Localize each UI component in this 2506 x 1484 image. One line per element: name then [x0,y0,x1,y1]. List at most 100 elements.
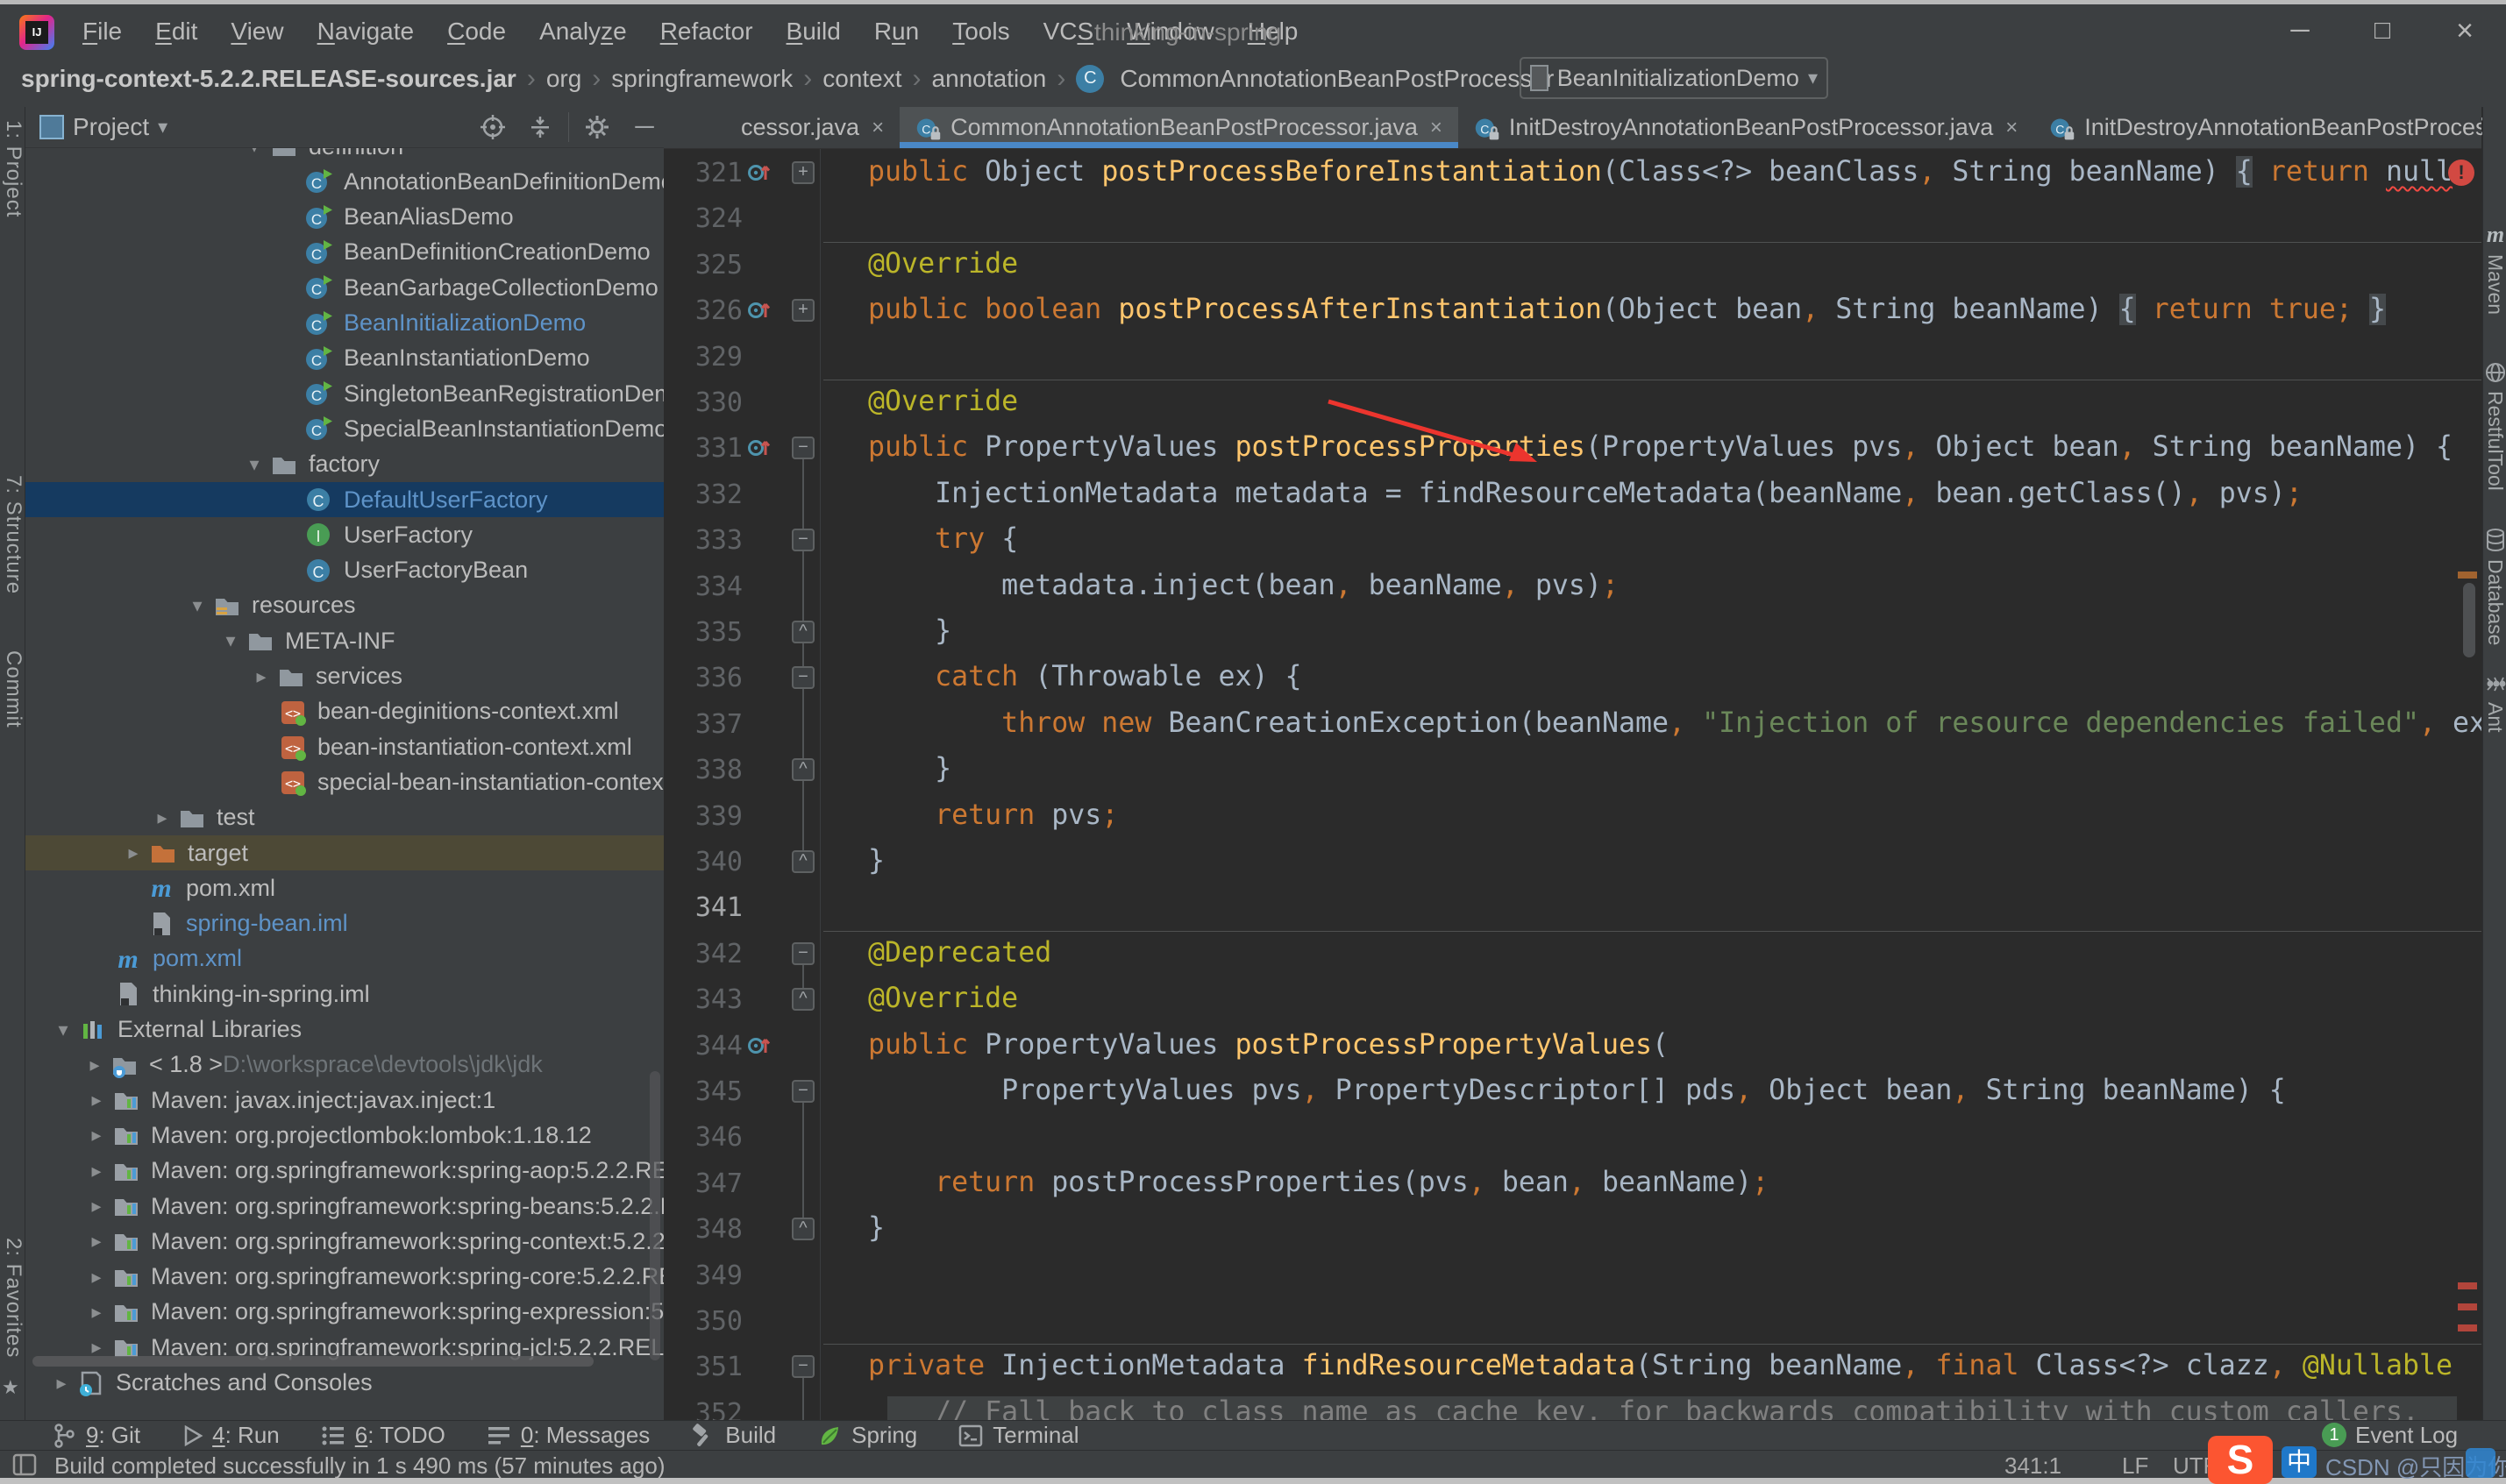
code-line-351[interactable]: 351−private InjectionMetadata findResour… [664,1345,2481,1390]
chevron-down-icon[interactable]: ▾ [238,453,270,476]
code-line-342[interactable]: 342−@Deprecated [664,932,2481,977]
code-line-347[interactable]: 347 return postProcessProperties(pvs, be… [664,1161,2481,1207]
fold-marker[interactable]: + [792,299,815,322]
close-icon[interactable]: × [2005,116,2018,140]
chevron-down-icon[interactable]: ▾ [182,594,213,617]
fold-marker[interactable]: ^ [792,621,815,643]
tree-item-beaninitializationdemo[interactable]: CBeanInitializationDemo [25,306,664,341]
code-line-334[interactable]: 334 metadata.inject(bean, beanName, pvs)… [664,564,2481,610]
chevron-right-icon[interactable]: ▸ [117,841,149,864]
chevron-right-icon[interactable]: ▸ [81,1124,112,1147]
stripe-database[interactable]: Database [2483,528,2506,645]
breadcrumb-item[interactable]: spring-context-5.2.2.RELEASE-sources.jar [21,65,516,93]
breadcrumb-item[interactable]: springframework [611,65,793,93]
fold-marker[interactable]: + [792,161,815,184]
tree-item-external-libraries[interactable]: ▾External Libraries [25,1012,664,1047]
overrides-gutter-icon[interactable] [746,297,772,323]
stripe-structure[interactable]: 7: Structure [1,475,25,594]
tree-item-userfactorybean[interactable]: CUserFactoryBean [25,553,664,588]
toolwindow-spring[interactable]: Spring [816,1422,917,1449]
menu-analyze[interactable]: Analyze [525,12,641,51]
tree-item-annotationbeandefinitiondemo[interactable]: CAnnotationBeanDefinitionDemo [25,164,664,199]
tree-item-definition[interactable]: ▾definition [25,148,664,164]
fold-marker[interactable]: ^ [792,758,815,781]
code-line-326[interactable]: 326+public boolean postProcessAfterInsta… [664,288,2481,334]
fold-marker[interactable]: − [792,437,815,459]
code-line-340[interactable]: 340^} [664,840,2481,885]
code-line-341[interactable]: 341 [664,885,2481,931]
code-line-352[interactable]: 352 // Fall back to class name as cache … [664,1391,2481,1420]
toolwindow-build[interactable]: Build [690,1422,776,1449]
tree-item-spring-bean-iml[interactable]: spring-bean.iml [25,906,664,941]
close-icon[interactable]: × [1430,116,1442,140]
event-log-button[interactable]: 1 Event Log [2322,1420,2458,1450]
tree-item-services[interactable]: ▸services [25,659,664,694]
menu-refactor[interactable]: Refactor [646,12,767,51]
chevron-down-icon[interactable]: ▾ [238,148,270,158]
tree-horizontal-scrollbar[interactable] [32,1356,594,1367]
tree-item-maven-org-springframework-spring-beans-5[interactable]: ▸Maven: org.springframework:spring-beans… [25,1189,664,1224]
stripe-project[interactable]: 1: Project [1,120,25,217]
tree-item-maven-org-springframework-spring-aop-5-2[interactable]: ▸Maven: org.springframework:spring-aop:5… [25,1154,664,1189]
code-line-350[interactable]: 350 [664,1299,2481,1345]
tree-item-target[interactable]: ▸target [25,835,664,870]
fold-marker[interactable]: ^ [792,850,815,873]
fold-marker[interactable]: − [792,529,815,551]
project-panel-title[interactable]: Project [73,113,149,141]
code-line-325[interactable]: 325@Override [664,243,2481,288]
code-line-343[interactable]: 343^@Override [664,977,2481,1023]
code-line-349[interactable]: 349 [664,1253,2481,1299]
chevron-right-icon[interactable]: ▸ [81,1301,112,1324]
caret-position[interactable]: 341:1 [2004,1452,2061,1480]
toolwindow-terminal[interactable]: Terminal [958,1422,1079,1449]
chevron-right-icon[interactable]: ▸ [81,1195,112,1218]
gear-icon[interactable] [578,110,616,145]
tree-item-thinking-in-spring-iml[interactable]: thinking-in-spring.iml [25,976,664,1012]
tree-item-special-bean-instantiation-context-xml[interactable]: <>special-bean-instantiation-context.xml [25,764,664,799]
chevron-down-icon[interactable]: ▾ [47,1019,79,1041]
tree-item-beandefinitioncreationdemo[interactable]: CBeanDefinitionCreationDemo [25,235,664,270]
menu-tools[interactable]: Tools [938,12,1023,51]
code-line-329[interactable]: 329 [664,335,2481,380]
code-line-348[interactable]: 348^} [664,1207,2481,1253]
tree-item-maven-org-springframework-spring-context[interactable]: ▸Maven: org.springframework:spring-conte… [25,1224,664,1259]
tree-item-factory[interactable]: ▾factory [25,447,664,482]
breadcrumb-item[interactable]: annotation [932,65,1047,93]
fold-marker[interactable]: − [792,1355,815,1378]
chevron-right-icon[interactable]: ▸ [246,665,277,688]
collapse-all-button[interactable] [521,110,559,145]
menu-file[interactable]: File [68,12,136,51]
code-line-336[interactable]: 336− catch (Throwable ex) { [664,656,2481,701]
stripe-maven[interactable]: mMaven [2483,221,2506,315]
overrides-gutter-icon[interactable] [746,160,772,186]
code-line-345[interactable]: 345− PropertyValues pvs, PropertyDescrip… [664,1069,2481,1115]
overrides-gutter-icon[interactable] [746,435,772,461]
close-icon[interactable]: × [872,116,884,140]
tree-item-resources[interactable]: ▾resources [25,588,664,623]
menu-code[interactable]: Code [433,12,520,51]
code-line-324[interactable]: 324 [664,196,2481,242]
fold-marker[interactable]: − [792,942,815,965]
chevron-right-icon[interactable]: ▸ [81,1266,112,1289]
code-line-337[interactable]: 337 throw new BeanCreationException(bean… [664,702,2481,748]
chevron-right-icon[interactable]: ▸ [81,1089,112,1111]
tree-item-pom-xml[interactable]: mpom.xml [25,941,664,976]
tree-item-specialbeaninstantiationdemo[interactable]: CSpecialBeanInstantiationDemo [25,411,664,446]
tree-item-meta-inf[interactable]: ▾META-INF [25,623,664,658]
tab-initdestroyannotationbeanpostprocessor-java[interactable]: CInitDestroyAnnotationBeanPostProcessor.… [1458,107,2033,148]
menu-edit[interactable]: Edit [141,12,211,51]
code-line-346[interactable]: 346 [664,1115,2481,1161]
tree-item-beaninstantiationdemo[interactable]: CBeanInstantiationDemo [25,341,664,376]
tree-item-bean-instantiation-context-xml[interactable]: <>bean-instantiation-context.xml [25,729,664,764]
menu-build[interactable]: Build [772,12,855,51]
fold-marker[interactable]: ^ [792,988,815,1011]
editor-scrollbar[interactable] [2463,583,2475,657]
tree-item-userfactory[interactable]: IUserFactory [25,517,664,552]
hide-panel-button[interactable]: ─ [625,110,664,145]
breadcrumb-item[interactable]: CommonAnnotationBeanPostProcessor [1120,65,1554,93]
code-line-344[interactable]: 344public PropertyValues postProcessProp… [664,1024,2481,1069]
chevron-right-icon[interactable]: ▸ [146,806,178,829]
close-button[interactable]: × [2434,11,2495,50]
stripe-restfultool[interactable]: RestfulTool [2483,361,2506,491]
locate-file-button[interactable] [473,110,512,145]
